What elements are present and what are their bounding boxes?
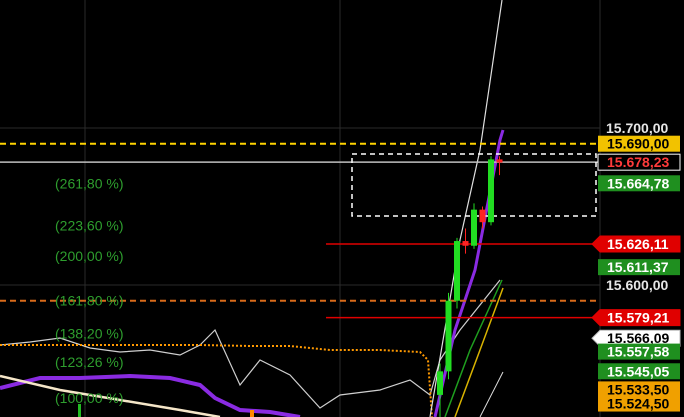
price-tag-label: 15.678,23 bbox=[607, 154, 669, 170]
orange-marker bbox=[250, 410, 254, 417]
price-tag-label: 15.545,05 bbox=[607, 363, 669, 379]
price-tag-label: 15.579,21 bbox=[607, 310, 669, 326]
fib-level-label: (223,60 %) bbox=[55, 217, 123, 233]
price-axis-label: 15.700,00 bbox=[606, 120, 668, 136]
candle-body[interactable] bbox=[462, 241, 469, 246]
candle-body[interactable] bbox=[479, 209, 486, 223]
candle-body[interactable] bbox=[454, 241, 460, 301]
trading-chart[interactable]: (261,80 %) (223,60 %) (200,00 %) (161,80 %)… bbox=[0, 0, 684, 417]
fib-level-label: (200,00 %) bbox=[55, 248, 123, 264]
fib-level-label: (138,20 %) bbox=[55, 326, 123, 342]
price-axis-label: 15.600,00 bbox=[606, 277, 668, 293]
candle-body[interactable] bbox=[471, 209, 477, 246]
price-tag-label: 15.690,00 bbox=[607, 136, 669, 152]
candle-body[interactable] bbox=[445, 300, 452, 372]
fib-level-label: (123,26 %) bbox=[55, 354, 123, 370]
purple-indicator bbox=[0, 373, 301, 417]
fib-level-label: (100,00 %) bbox=[55, 390, 123, 406]
candle-body[interactable] bbox=[488, 159, 494, 223]
price-tag-label: 15.611,37 bbox=[607, 259, 669, 275]
white-indicator-line bbox=[479, 371, 504, 417]
chart-canvas[interactable]: (261,80 %) (223,60 %) (200,00 %) (161,80 %)… bbox=[0, 0, 684, 417]
fib-level-label: (161,80 %) bbox=[55, 293, 123, 309]
candle-body[interactable] bbox=[437, 371, 443, 395]
price-tag-label: 15.524,50 bbox=[607, 396, 669, 412]
candle-body[interactable] bbox=[496, 159, 503, 163]
price-tag-label: 15.557,58 bbox=[607, 344, 669, 360]
price-tag-label: 15.664,78 bbox=[607, 175, 669, 191]
fib-level-label: (261,80 %) bbox=[55, 175, 123, 191]
price-tag-label: 15.626,11 bbox=[607, 236, 669, 252]
